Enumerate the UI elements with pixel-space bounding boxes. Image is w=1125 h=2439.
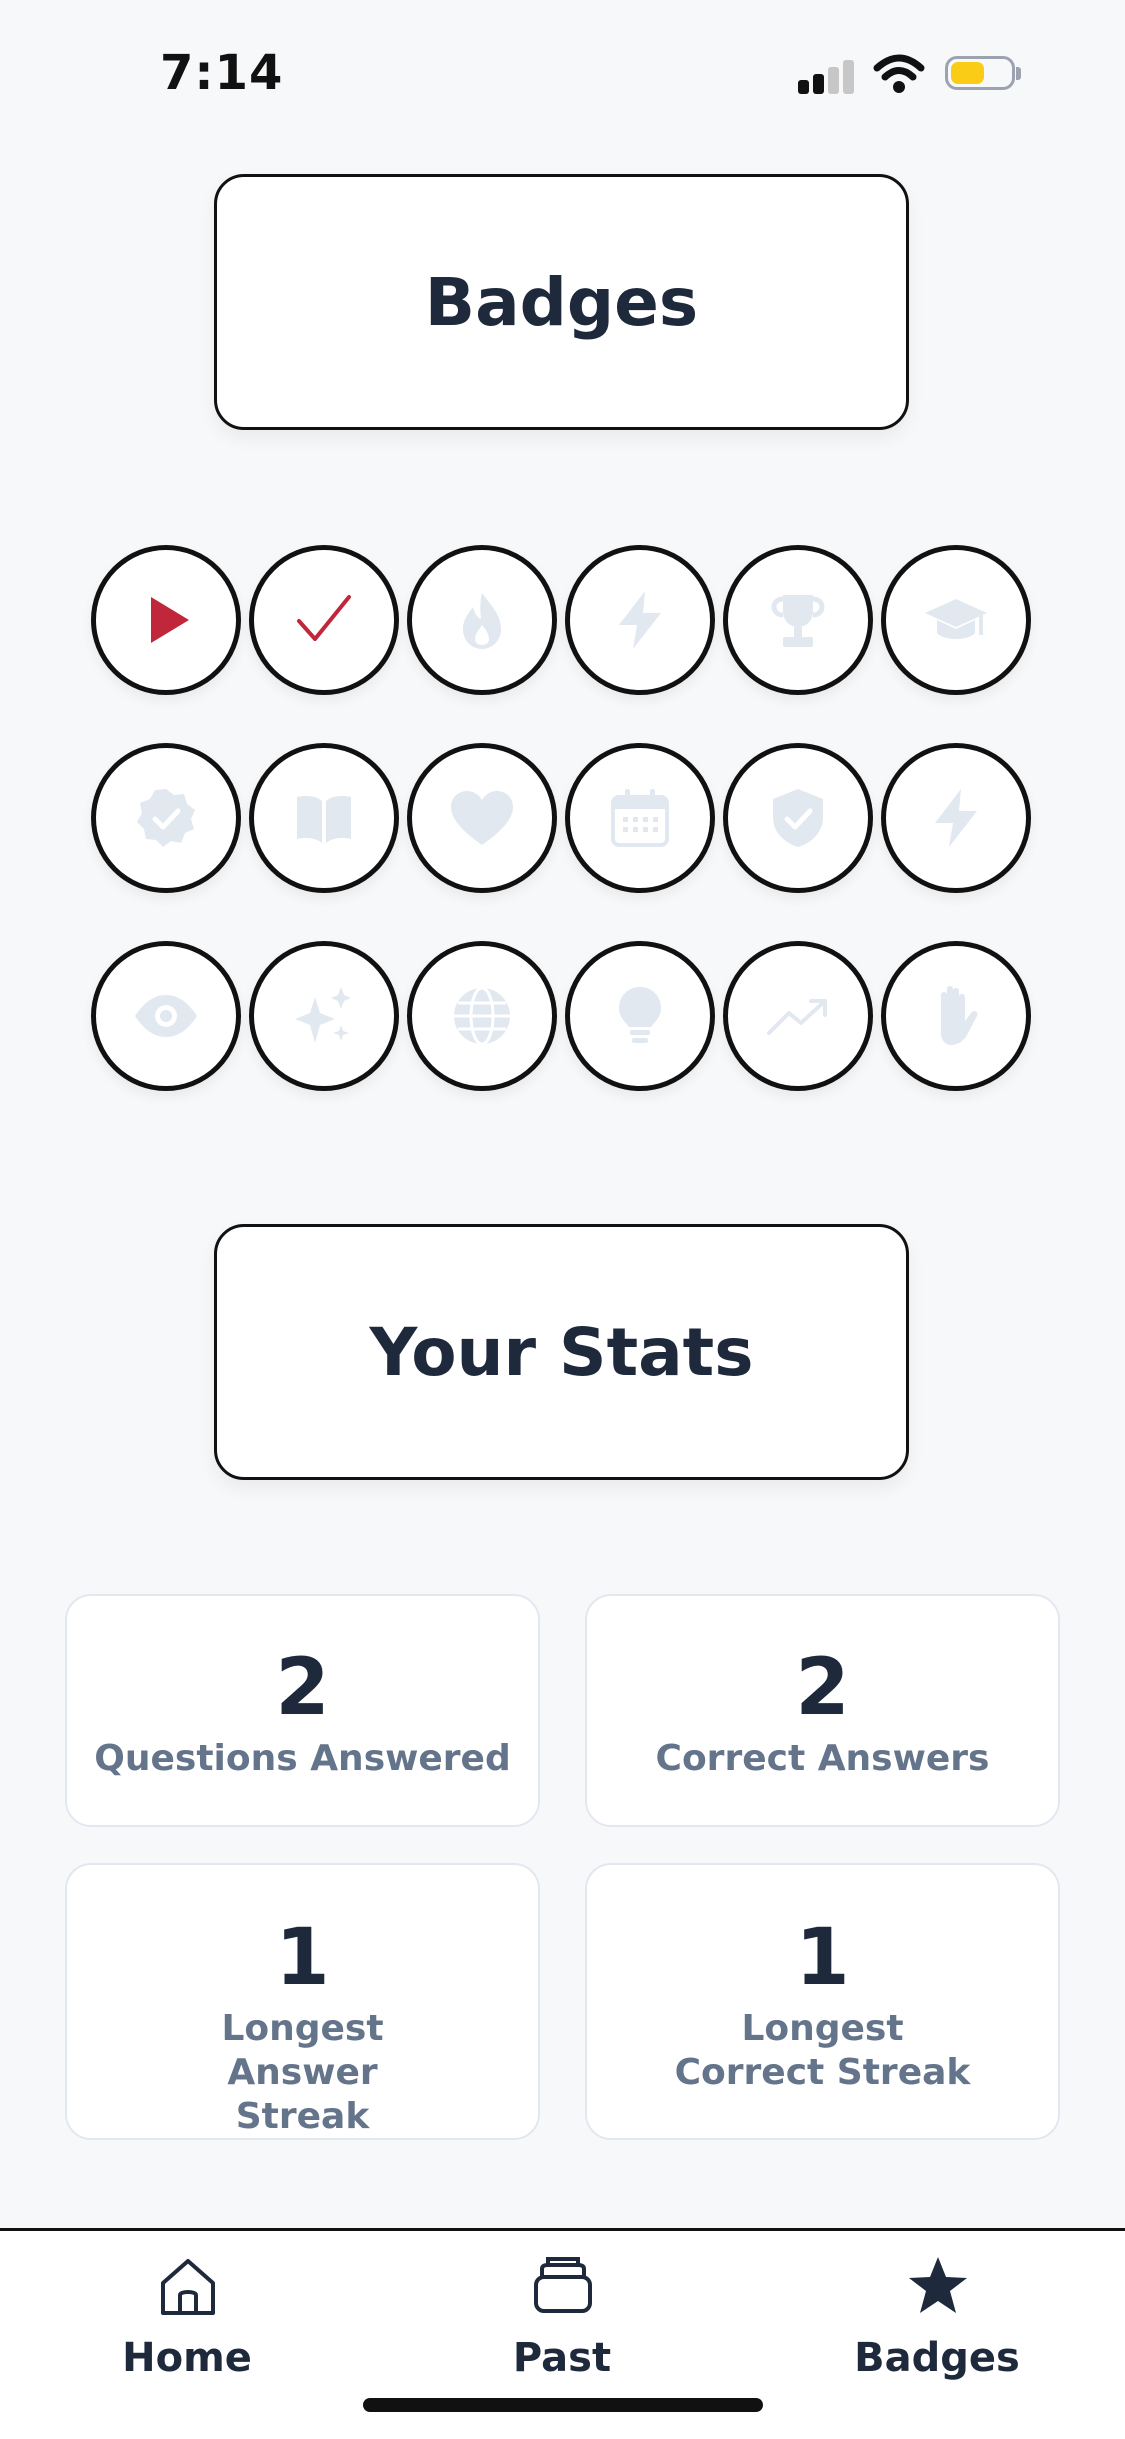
tab-past-label: Past (512, 2335, 612, 2381)
stats-heading: Your Stats (369, 1313, 754, 1391)
stat-label: Longest Correct Streak (674, 2008, 971, 2093)
badge-globe[interactable] (407, 941, 557, 1091)
globe-icon (454, 986, 510, 1046)
badge-sparkles[interactable] (249, 941, 399, 1091)
badge-play[interactable] (91, 545, 241, 695)
stat-longest-answer-streak: 1 Longest Answer Streak (65, 1863, 540, 2140)
badge-shield[interactable] (723, 743, 873, 893)
trending-up-icon (767, 999, 827, 1035)
wifi-icon (873, 54, 925, 93)
badge-heart[interactable] (407, 743, 557, 893)
stat-value: 1 (795, 1913, 850, 2003)
stat-label: Longest Answer Streak (221, 2008, 384, 2137)
badge-lightbulb[interactable] (565, 941, 715, 1091)
star-icon (909, 2257, 967, 2313)
stats-heading-card: Your Stats (214, 1224, 909, 1480)
trophy-icon (771, 595, 825, 647)
badge-trophy[interactable] (723, 545, 873, 695)
stat-label: Questions Answered (94, 1738, 511, 1779)
stat-value: 2 (275, 1643, 330, 1733)
cellular-signal-icon (798, 58, 856, 94)
badge-lightning[interactable] (565, 545, 715, 695)
badge-hand[interactable] (881, 941, 1031, 1091)
tab-home[interactable]: Home (57, 2231, 317, 2439)
lightbulb-icon (619, 987, 661, 1043)
stat-value: 1 (275, 1913, 330, 2003)
home-icon (161, 2259, 215, 2315)
battery-icon (945, 56, 1023, 94)
graduation-cap-icon (925, 599, 987, 639)
badge-book[interactable] (249, 743, 399, 893)
badge-calendar[interactable] (565, 743, 715, 893)
badge-trending[interactable] (723, 941, 873, 1091)
badge-check[interactable] (249, 545, 399, 695)
badge-verified[interactable] (91, 743, 241, 893)
stat-label: Correct Answers (655, 1738, 990, 1779)
checkmark-icon (297, 595, 351, 641)
stack-icon (534, 2257, 592, 2313)
stat-value: 2 (795, 1643, 850, 1733)
stat-correct-answers: 2 Correct Answers (585, 1594, 1060, 1827)
flame-icon (463, 593, 501, 649)
badges-heading-card: Badges (214, 174, 909, 430)
stat-questions-answered: 2 Questions Answered (65, 1594, 540, 1827)
play-icon (151, 597, 189, 643)
shield-check-icon (773, 789, 823, 847)
home-indicator[interactable] (363, 2398, 763, 2412)
heart-icon (451, 791, 513, 845)
stat-longest-correct-streak: 1 Longest Correct Streak (585, 1863, 1060, 2140)
badge-graduation[interactable] (881, 545, 1031, 695)
eye-icon (135, 995, 197, 1037)
sparkles-icon (295, 987, 351, 1043)
calendar-icon (611, 789, 669, 847)
raised-hand-icon (941, 986, 978, 1045)
open-book-icon (297, 796, 351, 843)
tab-badges[interactable]: Badges (807, 2231, 1067, 2439)
badge-flame[interactable] (407, 545, 557, 695)
tab-badges-label: Badges (854, 2335, 1020, 2381)
verified-seal-icon (137, 789, 195, 847)
tab-home-label: Home (122, 2335, 252, 2381)
badges-heading: Badges (424, 263, 699, 341)
badge-eye[interactable] (91, 941, 241, 1091)
lightning-icon (935, 789, 977, 847)
badge-lightning-2[interactable] (881, 743, 1031, 893)
lightning-icon (619, 591, 661, 649)
status-time: 7:14 (160, 45, 284, 101)
